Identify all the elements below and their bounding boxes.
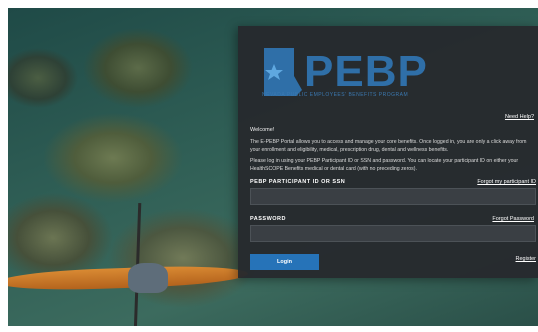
need-help-link[interactable]: Need Help?	[505, 114, 534, 120]
intro-paragraph: The E-PEBP Portal allows you to access a…	[250, 139, 527, 153]
welcome-heading: Welcome!	[250, 127, 275, 133]
forgot-password-link[interactable]: Forgot Password	[492, 216, 534, 222]
participant-id-input[interactable]	[250, 188, 536, 205]
password-input[interactable]	[250, 225, 536, 242]
register-link[interactable]: Register	[516, 256, 536, 262]
kayaker	[128, 263, 168, 293]
logo-text: PEBP	[304, 47, 428, 96]
login-panel: PEBP NEVADA PUBLIC EMPLOYEES' BENEFITS P…	[238, 26, 538, 278]
participant-id-label: PEBP PARTICIPANT ID OR SSN	[250, 179, 346, 185]
pebp-logo: PEBP	[260, 40, 427, 100]
password-label: PASSWORD	[250, 216, 286, 222]
login-button[interactable]: Login	[250, 254, 319, 270]
login-instructions: Please log in using your PEBP Participan…	[250, 158, 519, 172]
logo-subtitle: NEVADA PUBLIC EMPLOYEES' BENEFITS PROGRA…	[262, 92, 409, 98]
forgot-participant-id-link[interactable]: Forgot my participant ID	[477, 179, 536, 185]
nevada-star-icon	[264, 48, 302, 96]
